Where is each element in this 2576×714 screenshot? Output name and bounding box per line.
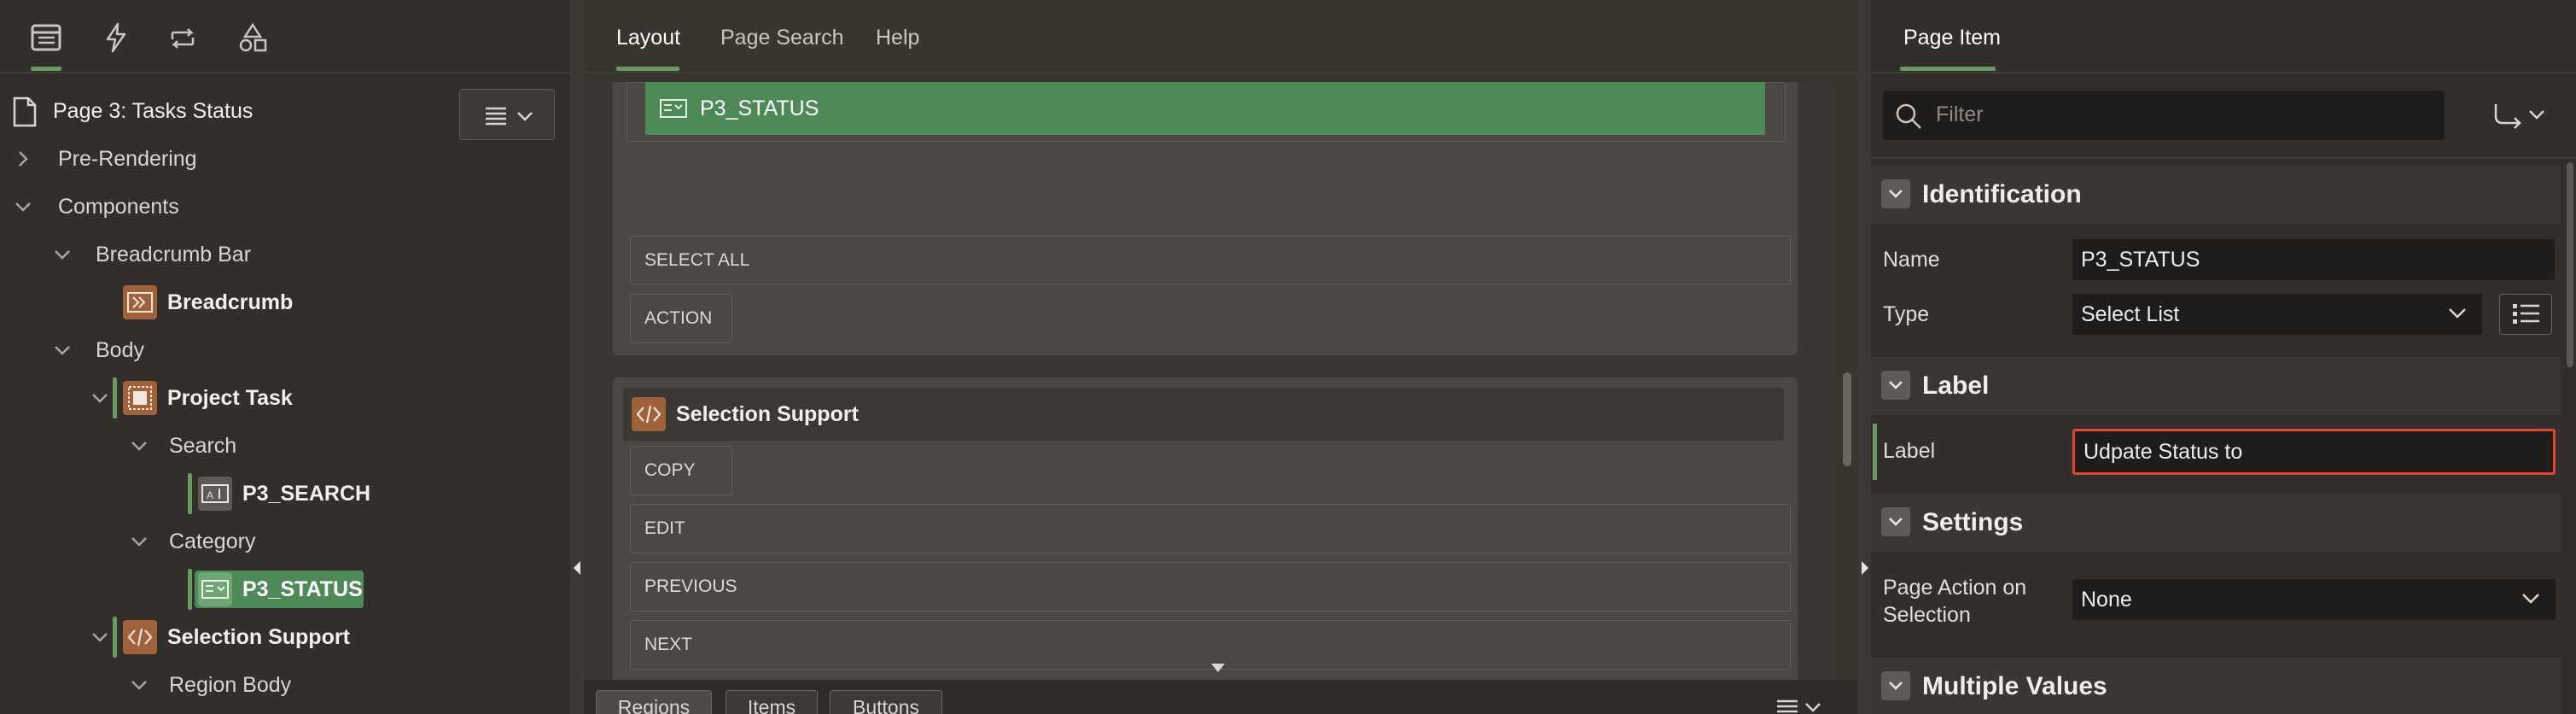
page-action-label: Page Action on Selection [1883,574,2026,629]
chevron-down-icon [516,110,533,122]
goto-group-icon[interactable] [2492,101,2547,130]
menu-lines-icon [484,105,508,126]
select-list-icon [659,97,688,120]
chevron-down-icon[interactable] [1881,371,1910,400]
name-label: Name [1883,248,1940,272]
chevron-down-icon[interactable] [90,628,109,647]
page-action-select[interactable]: None [2072,579,2556,620]
filter-placeholder: Filter [1936,102,1984,126]
layout-canvas: P3_STATUS SELECT ALL ACTION Selection Su… [584,82,1837,680]
chevron-down-icon[interactable] [90,389,109,407]
tree-node-breadcrumb[interactable]: Breadcrumb [167,282,293,323]
chevron-down-icon[interactable] [130,532,149,551]
chevron-down-icon[interactable] [130,676,149,694]
slot-action[interactable]: ACTION [630,294,732,343]
selected-item-bar[interactable]: P3_STATUS [645,82,1765,135]
page-action-label-line1: Page Action on [1883,576,2027,600]
chevron-down-icon[interactable] [1881,507,1910,536]
list-of-values-button[interactable] [2499,294,2552,335]
section-multiple-values[interactable]: Multiple Values [1871,658,2561,714]
chevron-down-icon[interactable] [1881,671,1910,700]
resize-handle-icon[interactable] [1210,663,1226,673]
chevron-down-icon[interactable] [14,197,32,216]
chevron-down-icon [2521,591,2540,605]
gallery-menu-button[interactable] [1775,699,1823,714]
region-icon [123,381,157,415]
list-icon [2512,302,2541,326]
tab-layout[interactable]: Layout [616,26,680,50]
filter-input[interactable]: Filter [1883,91,2445,140]
label-input[interactable]: Udpate Status to [2072,429,2556,475]
page-action-label-line2: Selection [1883,603,1971,627]
tree-node-p3-search[interactable]: P3_SEARCH [242,473,370,514]
code-region-icon [632,397,666,431]
type-label: Type [1883,302,1930,326]
rendering-tree-icon[interactable] [31,24,61,51]
region-header: Selection Support [623,388,1784,441]
collapse-right-icon[interactable] [1861,560,1869,576]
label-label: Label [1883,439,1936,463]
right-splitter[interactable] [1857,0,1871,714]
slot-previous[interactable]: PREVIOUS [630,562,1791,612]
page-icon [12,96,38,128]
slot-edit[interactable]: EDIT [630,504,1791,553]
chevron-right-icon[interactable] [14,149,32,168]
section-identification[interactable]: Identification [1871,166,2561,224]
chevron-down-icon[interactable] [53,341,72,360]
tree-node-region-body[interactable]: Region Body [169,664,291,705]
type-value: Select List [2081,301,2180,326]
gallery-tab-items[interactable]: Items [726,690,818,714]
tree-node-breadcrumb-bar[interactable]: Breadcrumb Bar [96,234,251,275]
tab-help[interactable]: Help [876,26,919,50]
gallery-tab-buttons[interactable]: Buttons [830,690,942,714]
page-title: Page 3: Tasks Status [53,99,254,123]
text-field-icon: A [198,477,232,511]
property-scrollbar[interactable] [2564,159,2576,714]
rendering-tree-panel: Page 3: Tasks Status Pre-Rendering Compo… [0,0,570,714]
tree-node-p3-status[interactable]: P3_STATUS [242,569,363,610]
code-region-icon [123,620,157,654]
search-icon [1895,102,1922,130]
section-settings[interactable]: Settings [1871,494,2561,552]
tab-page-item[interactable]: Page Item [1903,26,2001,50]
tree-node-components[interactable]: Components [58,186,179,227]
slot-select-all[interactable]: SELECT ALL [630,236,1791,285]
section-label[interactable]: Label [1871,357,2561,415]
name-input[interactable]: P3_STATUS [2072,239,2555,280]
selected-item-label: P3_STATUS [700,96,819,120]
type-select[interactable]: Select List [2072,294,2482,335]
breadcrumb-region-icon [123,285,157,319]
slot-copy[interactable]: COPY [630,446,732,495]
tree-node-body[interactable]: Body [96,330,144,371]
chevron-down-icon [2448,306,2467,319]
chevron-down-icon[interactable] [53,245,72,264]
tree-node-category[interactable]: Category [169,521,255,562]
modified-indicator [1873,424,1877,480]
page-menu-button[interactable] [459,89,555,140]
svg-text:A: A [207,489,213,501]
select-list-icon [198,572,232,606]
tree-node-pre-rendering[interactable]: Pre-Rendering [58,138,197,179]
chevron-down-icon[interactable] [1881,179,1910,208]
processing-icon[interactable] [167,24,198,53]
tree-node-project-task[interactable]: Project Task [167,377,293,418]
page-action-value: None [2081,587,2132,612]
tree-node-selection-support[interactable]: Selection Support [167,617,350,658]
region-title: Selection Support [676,401,859,426]
dynamic-actions-icon[interactable] [104,22,128,53]
tab-page-search[interactable]: Page Search [720,26,844,50]
tree-node-search[interactable]: Search [169,425,236,466]
left-splitter[interactable] [570,0,584,714]
collapse-left-icon[interactable] [573,560,581,576]
shared-components-icon[interactable] [237,22,268,53]
gallery-tab-regions[interactable]: Regions [596,690,712,714]
chevron-down-icon[interactable] [130,436,149,455]
layout-scrollbar[interactable] [1837,82,1857,680]
